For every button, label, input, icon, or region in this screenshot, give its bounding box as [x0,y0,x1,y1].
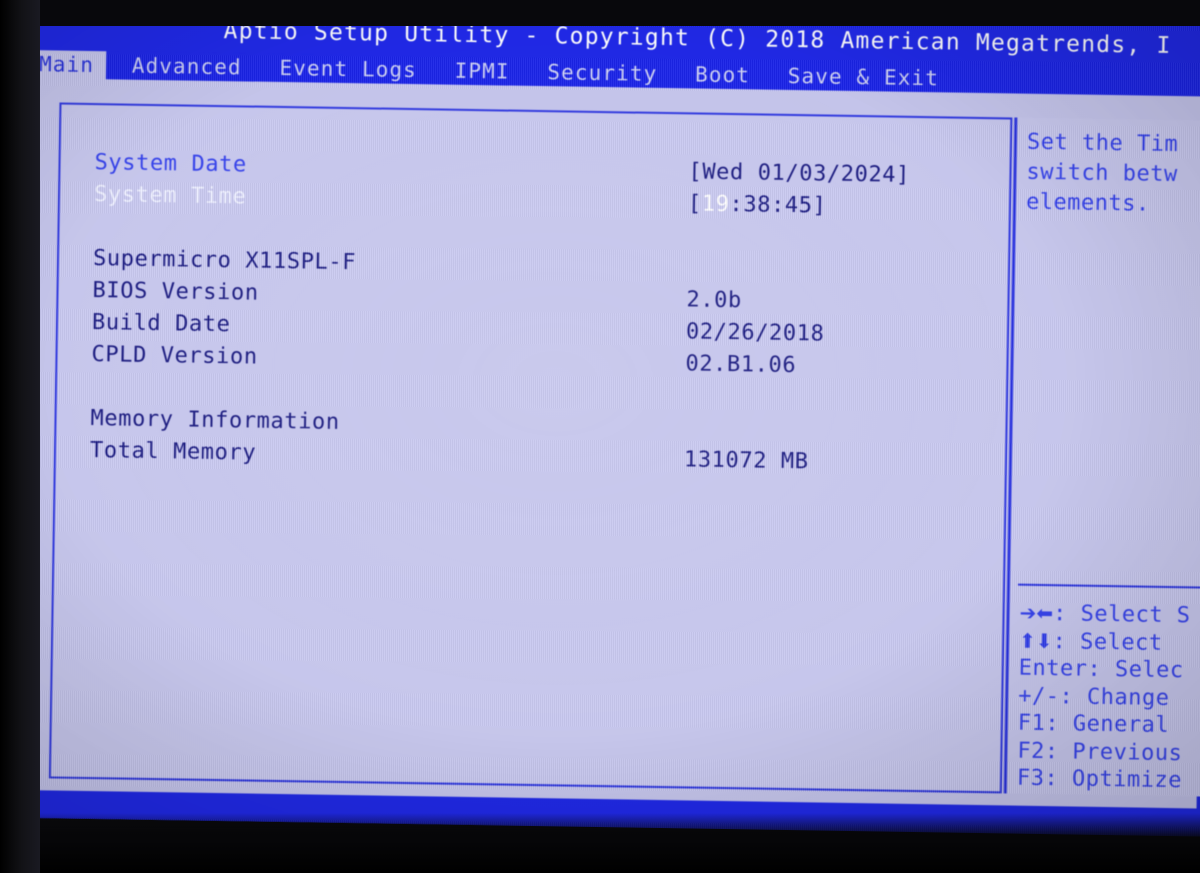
key-f2-previous-values: F2: Previous [1017,738,1183,766]
help-line-1: Set the Tim [1026,129,1179,158]
help-line-3: elements. [1025,189,1150,217]
tab-ipmi[interactable]: IPMI [442,57,521,88]
system-time-bracket-open: [ [687,191,703,217]
tab-security[interactable]: Security [535,58,669,90]
build-date-value: 02/26/2018 [685,319,825,347]
key-select-item-label: : Select [1052,628,1163,656]
key-select-item: ⬆⬇: Select [1019,627,1200,657]
cpld-version-label: CPLD Version [91,342,258,370]
board-model-label: Supermicro X11SPL-F [92,246,357,276]
build-date-label: Build Date [91,310,231,338]
system-time-label: System Time [93,182,247,210]
key-legend: ➔⬅: Select S ⬆⬇: Select Enter: Selec +/-… [1006,599,1200,797]
left-right-arrows-icon: ➔⬅ [1019,600,1054,626]
tab-boot[interactable]: Boot [683,60,762,91]
help-panel: Set the Tim switch betw elements. ➔⬅: Se… [1003,117,1200,797]
help-line-2: switch betw [1026,159,1178,188]
key-f1-general-help: F1: General [1017,710,1170,739]
system-date-label: System Date [94,150,248,178]
key-select-screen-label: : Select S [1052,601,1191,629]
screen-surface: Aptio Setup Utility - Copyright (C) 2018… [15,6,1200,855]
cpld-version-value: 02.B1.06 [685,351,797,379]
help-description: Set the Tim switch betw elements. [1016,118,1200,221]
monitor-photograph: Aptio Setup Utility - Copyright (C) 2018… [0,0,1200,873]
options-panel: System Date [Wed 01/03/2024] System Time… [48,102,1013,794]
bios-version-value: 2.0b [686,287,743,314]
tab-advanced[interactable]: Advanced [120,51,254,83]
bios-version-label: BIOS Version [92,278,259,306]
help-divider [1018,583,1200,589]
total-memory-value: 131072 MB [683,447,809,475]
system-time-rest: :38:45] [729,192,827,219]
key-f3-optimized-defaults: F3: Optimize [1016,765,1183,794]
system-time-hour-cursor[interactable]: 19 [702,192,730,217]
key-enter-select: Enter: Selec [1018,655,1184,684]
memory-information-label: Memory Information [90,406,340,435]
key-select-screen: ➔⬅: Select S [1019,600,1200,630]
system-date-value[interactable]: [Wed 01/03/2024] [688,156,910,191]
up-down-arrows-icon: ⬆⬇ [1018,628,1053,653]
system-time-value[interactable]: [19:38:45] [688,188,827,222]
total-memory-label: Total Memory [89,438,257,466]
key-change-opt: +/-: Change [1018,683,1170,711]
bios-setup-screen: Aptio Setup Utility - Copyright (C) 2018… [15,6,1200,837]
options-list: System Date [Wed 01/03/2024] System Time… [56,105,1011,482]
